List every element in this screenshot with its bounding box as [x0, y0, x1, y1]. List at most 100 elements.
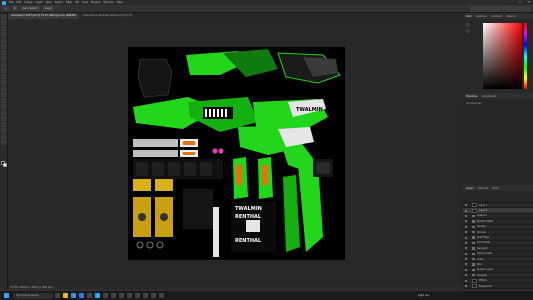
menu-plugins[interactable]: Plugins — [91, 1, 100, 4]
background-swatch-icon[interactable] — [465, 29, 470, 33]
home-icon[interactable]: ⌂ — [3, 6, 9, 11]
layer-name: Misc — [477, 262, 482, 266]
taskbar-search-input[interactable]: Type here to search — [13, 292, 53, 299]
app-icon-9[interactable] — [119, 293, 124, 298]
frame-tool-icon[interactable] — [0, 44, 7, 49]
document-canvas[interactable]: TWALMIN TWALMIN RENTHAL RENTHAL — [128, 47, 345, 260]
swingarm-dark-block — [183, 189, 213, 229]
visibility-eye-icon[interactable] — [465, 225, 467, 228]
menu-window[interactable]: Window — [103, 1, 113, 4]
tab-properties[interactable]: Properties — [466, 95, 478, 98]
sponsor-text-2: RENTHAL — [235, 214, 262, 220]
menu-help[interactable]: Help — [117, 1, 123, 4]
healing-brush-tool-icon[interactable] — [0, 56, 7, 61]
weather-widget[interactable]: Light rain — [418, 293, 429, 298]
visibility-eye-icon[interactable] — [465, 258, 467, 261]
menu-select[interactable]: Select — [55, 1, 63, 4]
menu-file[interactable]: File — [9, 1, 13, 4]
marquee-tool-icon[interactable] — [0, 20, 7, 25]
blur-tool-icon[interactable] — [0, 92, 7, 97]
app-icon-10[interactable] — [127, 293, 132, 298]
visibility-eye-icon[interactable] — [465, 220, 467, 223]
eyedropper-tool-icon[interactable] — [0, 50, 7, 55]
app-icon-13[interactable] — [151, 293, 156, 298]
tab-swatches[interactable]: Swatches — [476, 15, 487, 18]
tab-channels[interactable]: Channels — [478, 187, 489, 190]
layer-name: Shrouds — [477, 230, 486, 234]
visibility-eye-icon[interactable] — [465, 285, 467, 288]
auto-select-checkbox[interactable]: Auto-Select: — [20, 6, 41, 11]
properties-empty-label: No Properties — [466, 102, 482, 105]
app-icon-8[interactable] — [111, 293, 116, 298]
clone-stamp-tool-icon[interactable] — [0, 68, 7, 73]
app-icon-14[interactable] — [159, 293, 164, 298]
foreground-swatch-icon[interactable] — [465, 23, 470, 27]
visibility-eye-icon[interactable] — [465, 252, 467, 255]
folder-icon — [472, 236, 475, 239]
tab-patterns[interactable]: Patterns — [506, 15, 515, 18]
menu-image[interactable]: Image — [24, 1, 32, 4]
gradient-tool-icon[interactable] — [0, 86, 7, 91]
layer-row[interactable]: Background — [463, 284, 533, 290]
hue-slider[interactable] — [524, 23, 527, 89]
browser-icon[interactable] — [71, 293, 76, 298]
menu-edit[interactable]: Edit — [16, 1, 21, 4]
task-view-icon[interactable] — [55, 293, 60, 298]
visibility-eye-icon[interactable] — [465, 231, 467, 234]
tab-color[interactable]: Color — [466, 15, 472, 18]
menu-type[interactable]: Type — [46, 1, 52, 4]
visibility-eye-icon[interactable] — [465, 204, 467, 207]
type-tool-icon[interactable] — [0, 110, 7, 115]
shape-tool-icon[interactable] — [0, 122, 7, 127]
store-icon[interactable] — [87, 293, 92, 298]
visibility-eye-icon[interactable] — [465, 241, 467, 244]
layer-list: Layer 1 Layer 2 Graphics Number Plates Fende… — [463, 203, 533, 290]
visibility-eye-icon[interactable] — [465, 263, 467, 266]
visibility-eye-icon[interactable] — [465, 236, 467, 239]
photoshop-logo-icon[interactable] — [2, 0, 6, 5]
path-selection-tool-icon[interactable] — [0, 116, 7, 121]
tab-layers[interactable]: Layers — [466, 187, 474, 190]
visibility-eye-icon[interactable] — [465, 268, 467, 271]
tab-adjustments[interactable]: Adjustments — [482, 95, 496, 98]
mail-icon[interactable] — [79, 293, 84, 298]
color-picker-field[interactable] — [483, 23, 522, 89]
visibility-eye-icon[interactable] — [465, 214, 467, 217]
menu-view[interactable]: View — [82, 1, 88, 4]
app-icon-11[interactable] — [135, 293, 140, 298]
dodge-tool-icon[interactable] — [0, 98, 7, 103]
search-input[interactable] — [470, 6, 530, 12]
photoshop-taskbar-icon[interactable] — [95, 293, 100, 298]
move-tool-icon[interactable] — [0, 14, 7, 19]
eraser-tool-icon[interactable] — [0, 80, 7, 85]
history-brush-tool-icon[interactable] — [0, 74, 7, 79]
menu-layer[interactable]: Layer — [36, 1, 43, 4]
visibility-eye-icon[interactable] — [465, 274, 467, 277]
background-color-swatch[interactable] — [3, 163, 7, 167]
hand-tool-icon[interactable] — [0, 128, 7, 133]
folder-icon — [472, 225, 475, 228]
pen-tool-icon[interactable] — [0, 104, 7, 109]
windows-start-icon[interactable] — [4, 293, 9, 298]
visibility-eye-icon[interactable] — [465, 279, 467, 282]
app-icon-7[interactable] — [103, 293, 108, 298]
app-icon-12[interactable] — [143, 293, 148, 298]
auto-select-dropdown[interactable]: Layer — [43, 6, 54, 11]
canvas-area[interactable]: TWALMIN TWALMIN RENTHAL RENTHAL — [8, 19, 463, 285]
more-tools-icon[interactable] — [0, 140, 7, 145]
lasso-tool-icon[interactable] — [0, 26, 7, 31]
graphics-template-artwork: TWALMIN TWALMIN RENTHAL RENTHAL — [133, 49, 341, 257]
magic-wand-tool-icon[interactable] — [0, 32, 7, 37]
zoom-tool-icon[interactable] — [0, 134, 7, 139]
brush-tool-icon[interactable] — [0, 62, 7, 67]
tab-paths[interactable]: Paths — [492, 187, 498, 190]
visibility-eye-icon[interactable] — [465, 247, 467, 250]
folder-icon — [472, 247, 475, 250]
crop-tool-icon[interactable] — [0, 38, 7, 43]
visibility-eye-icon[interactable] — [465, 209, 467, 212]
file-explorer-icon[interactable] — [63, 293, 68, 298]
menu-filter[interactable]: Filter — [66, 1, 72, 4]
menu-3d[interactable]: 3D — [75, 1, 79, 4]
move-tool-icon[interactable]: ✥ — [11, 6, 18, 11]
tab-gradients[interactable]: Gradients — [491, 15, 502, 18]
